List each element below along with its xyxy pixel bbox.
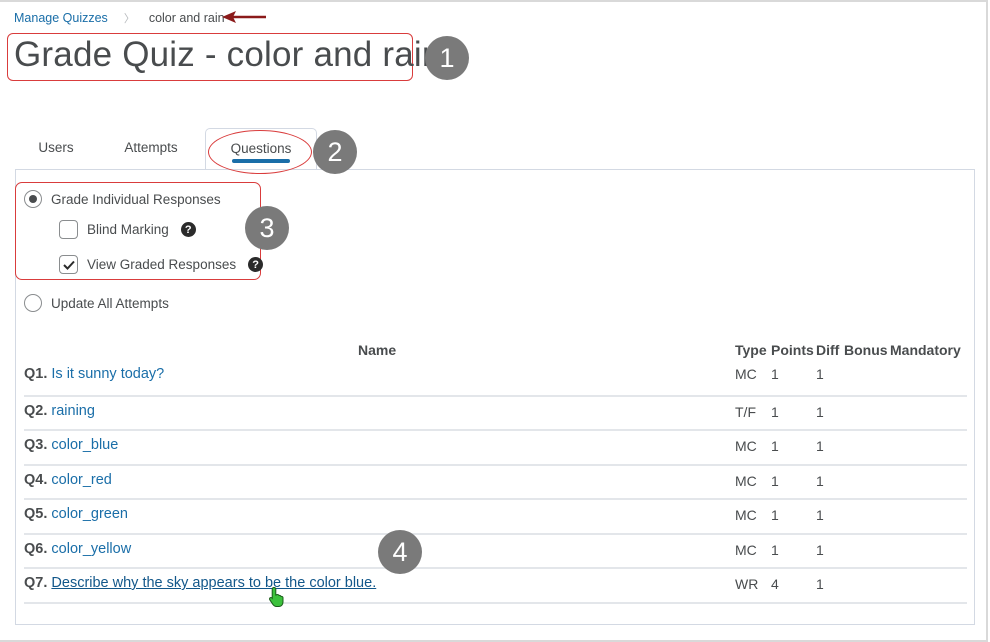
- annotation-arrow-icon: [222, 11, 266, 23]
- question-diff: 1: [816, 366, 824, 382]
- view-graded-responses-option[interactable]: View Graded Responses ?: [59, 255, 264, 274]
- question-type: MC: [735, 541, 757, 558]
- question-number: Q6. color_yellow: [24, 541, 131, 557]
- table-row: Q3. color_blue MC 1 1: [24, 431, 967, 466]
- question-points: 1: [771, 438, 779, 454]
- annotation-badge-2: 2: [313, 130, 357, 174]
- annotation-badge-4: 4: [378, 530, 422, 574]
- question-name-link[interactable]: color_yellow: [51, 541, 131, 557]
- checkmark-icon: [62, 260, 75, 270]
- table-row: Q7. Describe why the sky appears to be t…: [24, 569, 967, 604]
- question-diff: 1: [816, 576, 824, 592]
- question-points: 1: [771, 541, 779, 558]
- blind-marking-checkbox[interactable]: [59, 220, 78, 239]
- update-all-radio[interactable]: [24, 294, 42, 312]
- column-header-name: Name: [358, 342, 397, 358]
- column-header-type: Type: [735, 342, 767, 358]
- question-name-link[interactable]: Describe why the sky appears to be the c…: [51, 575, 376, 591]
- question-number-text: Q5.: [24, 506, 48, 522]
- view-graded-checkbox[interactable]: [59, 255, 78, 274]
- question-number-text: Q7.: [24, 575, 48, 591]
- update-all-label: Update All Attempts: [51, 295, 169, 311]
- question-points: 1: [771, 507, 779, 523]
- question-name-link[interactable]: Is it sunny today?: [51, 366, 164, 382]
- annotation-badge-3: 3: [245, 206, 289, 250]
- tab-users[interactable]: Users: [25, 128, 87, 170]
- question-number-text: Q4.: [24, 471, 48, 488]
- question-type: MC: [735, 366, 757, 382]
- questions-table: Name Type Points Diff Bonus Mandatory Q1…: [24, 340, 967, 604]
- blind-marking-label: Blind Marking: [87, 222, 169, 237]
- grade-individual-label: Grade Individual Responses: [51, 191, 221, 207]
- breadcrumb-manage-quizzes-link[interactable]: Manage Quizzes: [14, 11, 108, 25]
- question-number: Q1. Is it sunny today?: [24, 366, 164, 382]
- table-row: Q6. color_yellow MC 1 1: [24, 535, 967, 569]
- question-diff: 1: [816, 507, 824, 523]
- column-header-bonus: Bonus: [844, 342, 888, 358]
- question-diff: 1: [816, 438, 824, 454]
- question-name-link[interactable]: color_blue: [51, 437, 118, 453]
- question-type: MC: [735, 507, 757, 523]
- question-name-link[interactable]: color_green: [51, 506, 128, 522]
- column-header-points: Points: [771, 342, 814, 358]
- question-number: Q7. Describe why the sky appears to be t…: [24, 575, 376, 591]
- page-title: Grade Quiz - color and rain: [14, 35, 442, 74]
- annotation-badge-1: 1: [425, 36, 469, 80]
- question-number: Q4. color_red: [24, 472, 112, 488]
- question-diff: 1: [816, 403, 824, 420]
- question-circle-icon[interactable]: ?: [180, 222, 196, 237]
- radio-selected-dot: [29, 195, 37, 203]
- table-row: Q1. Is it sunny today? MC 1 1: [24, 362, 967, 397]
- view-graded-label: View Graded Responses: [87, 257, 237, 272]
- question-diff: 1: [816, 472, 824, 489]
- question-points: 4: [771, 576, 779, 592]
- breadcrumb-chevron-icon: 〉: [123, 13, 135, 25]
- table-row: Q4. color_red MC 1 1: [24, 466, 967, 500]
- question-circle-icon[interactable]: ?: [248, 257, 264, 272]
- question-type: WR: [735, 576, 759, 592]
- question-number: Q5. color_green: [24, 506, 128, 522]
- table-row: Q2. raining T/F 1 1: [24, 397, 967, 431]
- question-name-link[interactable]: color_red: [51, 472, 111, 488]
- breadcrumb-current: color and rain: [148, 11, 225, 25]
- question-name-link[interactable]: raining: [51, 403, 95, 419]
- column-header-diff: Diff: [816, 342, 840, 358]
- table-header: Name Type Points Diff Bonus Mandatory: [24, 340, 967, 362]
- tab-bar: Users Attempts Questions: [15, 128, 975, 171]
- tab-attempts[interactable]: Attempts: [111, 128, 191, 170]
- question-points: 1: [771, 366, 779, 382]
- annotation-highlight-tab: [208, 130, 312, 174]
- question-number-text: Q6.: [24, 540, 48, 557]
- tab-attempts-label: Attempts: [124, 140, 178, 155]
- hand-cursor-icon: [269, 586, 284, 607]
- tab-users-label: Users: [38, 140, 74, 155]
- question-number: Q2. raining: [24, 403, 95, 419]
- question-type: MC: [735, 472, 757, 489]
- blind-marking-option[interactable]: Blind Marking ?: [59, 220, 196, 239]
- question-diff: 1: [816, 541, 824, 558]
- table-body: Q1. Is it sunny today? MC 1 1 Q2. raining T/F…: [24, 362, 967, 604]
- question-type: MC: [735, 438, 757, 454]
- question-points: 1: [771, 403, 779, 420]
- grade-individual-radio[interactable]: [24, 190, 42, 208]
- breadcrumb: Manage Quizzes 〉 color and rain: [14, 10, 225, 26]
- question-number-text: Q2.: [24, 402, 48, 419]
- table-row: Q5. color_green MC 1 1: [24, 500, 967, 535]
- column-header-mandatory: Mandatory: [890, 342, 961, 358]
- question-number: Q3. color_blue: [24, 437, 118, 453]
- question-number-text: Q3.: [24, 437, 48, 453]
- question-points: 1: [771, 472, 779, 489]
- grade-individual-responses-option[interactable]: Grade Individual Responses: [24, 190, 221, 208]
- question-number-text: Q1.: [24, 366, 48, 382]
- update-all-attempts-option[interactable]: Update All Attempts: [24, 294, 169, 312]
- question-type: T/F: [735, 403, 756, 420]
